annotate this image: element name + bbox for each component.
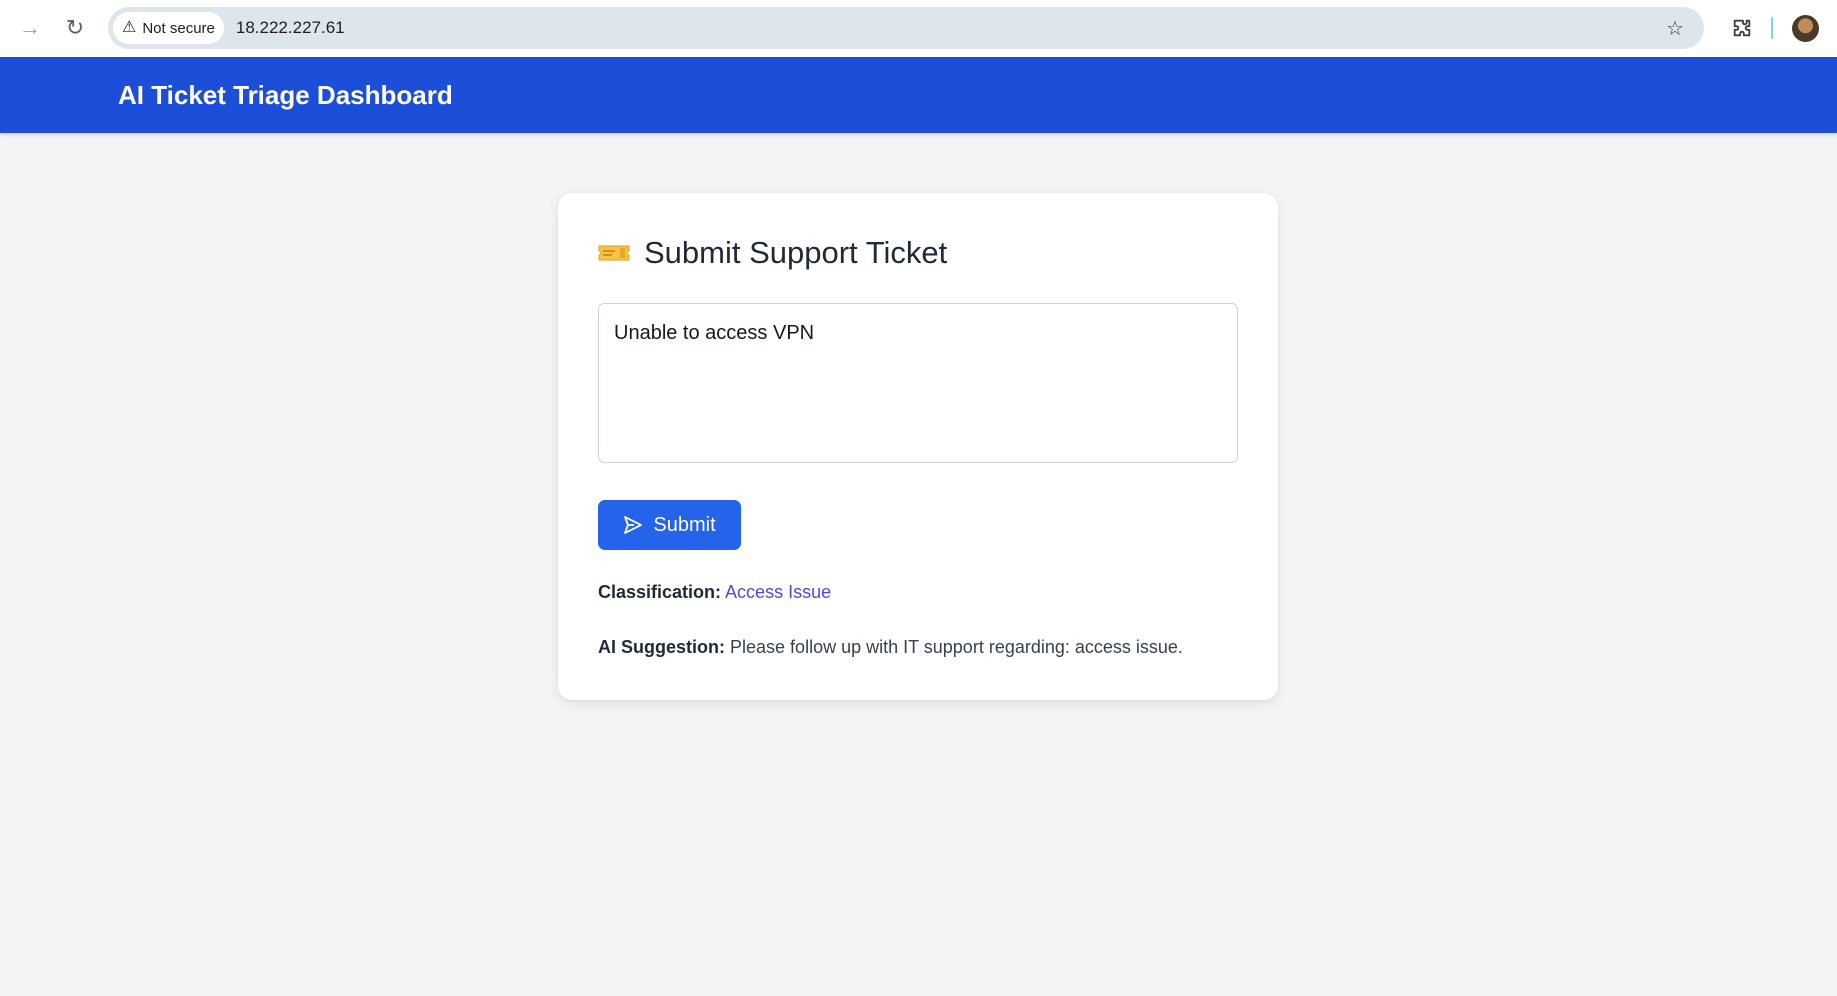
card-title: Submit Support Ticket xyxy=(644,235,948,270)
bookmark-star-icon[interactable]: ☆ xyxy=(1660,13,1690,43)
ai-suggestion-result: AI Suggestion: Please follow up with IT … xyxy=(598,637,1183,658)
profile-avatar[interactable] xyxy=(1792,15,1819,42)
security-chip[interactable]: ⚠ Not secure xyxy=(113,12,224,44)
app-header: AI Ticket Triage Dashboard xyxy=(0,57,1837,133)
reload-icon[interactable]: ↻ xyxy=(57,12,93,44)
ticket-card: Submit Support Ticket Unable to access V… xyxy=(558,193,1278,700)
classification-label: Classification: xyxy=(598,582,722,602)
ticket-icon xyxy=(598,245,630,261)
suggestion-value: Please follow up with IT support regardi… xyxy=(730,637,1183,657)
card-heading: Submit Support Ticket xyxy=(598,235,947,271)
classification-value: Access Issue xyxy=(725,582,832,602)
suggestion-label: AI Suggestion: xyxy=(598,637,725,657)
submit-label: Submit xyxy=(653,513,716,536)
submit-button[interactable]: Submit xyxy=(598,500,741,550)
toolbar-divider xyxy=(1771,17,1773,39)
security-label: Not secure xyxy=(142,19,215,37)
browser-toolbar: → ↻ ⚠ Not secure 18.222.227.61 ☆ xyxy=(0,0,1837,57)
classification-result: Classification: Access Issue xyxy=(598,582,831,603)
forward-arrow-icon[interactable]: → xyxy=(12,12,48,44)
app-title: AI Ticket Triage Dashboard xyxy=(118,80,453,110)
extensions-puzzle-icon[interactable] xyxy=(1726,12,1758,44)
warning-icon: ⚠ xyxy=(122,19,137,36)
ticket-description-input[interactable]: Unable to access VPN xyxy=(598,303,1238,463)
address-bar[interactable]: ⚠ Not secure 18.222.227.61 ☆ xyxy=(108,7,1704,49)
send-icon xyxy=(624,516,643,534)
url-text[interactable]: 18.222.227.61 xyxy=(236,18,345,38)
